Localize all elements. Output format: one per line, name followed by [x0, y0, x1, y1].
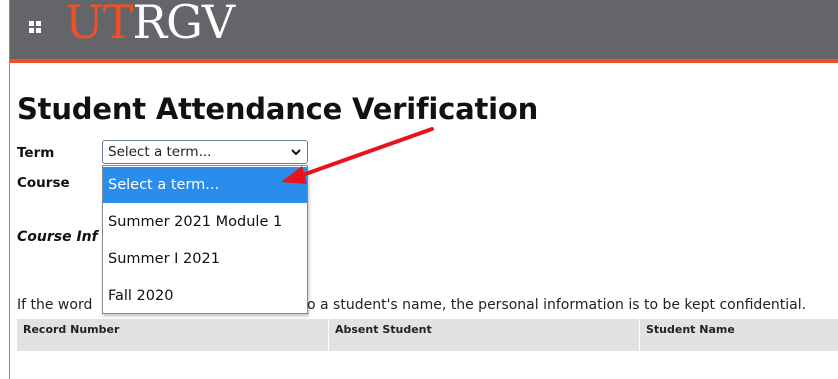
col-separator	[328, 319, 329, 351]
page-title: Student Attendance Verification	[17, 92, 539, 126]
confidential-notice-start: If the word	[17, 297, 93, 313]
term-option-summer-i-2021[interactable]: Summer I 2021	[103, 241, 307, 277]
logo-rgv-text: RGV	[132, 0, 235, 49]
browser-frame: UTRGV Student Attendance Verification Te…	[9, 0, 838, 379]
course-info-label: Course Inf	[17, 229, 98, 245]
col-absent-student[interactable]: Absent Student	[335, 319, 432, 351]
term-select[interactable]: Select a term...	[102, 140, 308, 164]
grid-menu-icon[interactable]	[29, 21, 41, 33]
logo-ut-text: UT	[65, 0, 133, 49]
header-accent-line	[10, 59, 838, 63]
course-label: Course	[17, 175, 70, 191]
utrgv-logo[interactable]: UTRGV	[65, 0, 235, 50]
term-option-summer-2021-module-1[interactable]: Summer 2021 Module 1	[103, 204, 307, 240]
chevron-down-icon	[291, 149, 301, 156]
top-bar: UTRGV	[10, 0, 838, 59]
term-label: Term	[17, 145, 55, 161]
confidential-notice-end: o a student's name, the personal informa…	[307, 297, 807, 313]
col-record-number[interactable]: Record Number	[23, 319, 119, 351]
term-select-value: Select a term...	[108, 144, 212, 160]
col-student-name[interactable]: Student Name	[646, 319, 735, 351]
col-separator	[639, 319, 640, 351]
term-option-fall-2020[interactable]: Fall 2020	[103, 278, 307, 314]
term-dropdown-list: Select a term... Summer 2021 Module 1 Su…	[102, 165, 308, 314]
attendance-table-header: Record Number Absent Student Student Nam…	[17, 319, 838, 351]
term-option-select[interactable]: Select a term...	[103, 167, 307, 203]
